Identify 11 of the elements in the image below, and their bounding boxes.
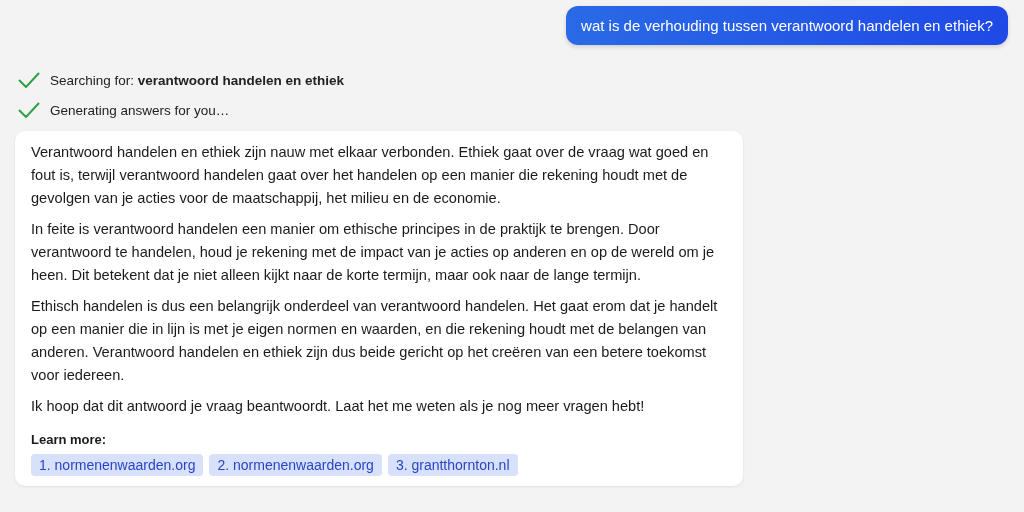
status-text: Searching for: verantwoord handelen en ethiek — [50, 72, 345, 88]
source-link[interactable]: 1. normenenwaarden.org — [31, 454, 204, 476]
answer-paragraph: Verantwoord handelen en ethiek zijn nauw met elkaar verbonden. Ethiek gaat over de vraag wat goed en fout is, terwijl verantwoord handelen gaat over het handelen op een manier die rekening houdt met de gevolgen van je acties voor de maatschappij, het milieu en de economie. — [31, 143, 710, 208]
status-text: Generating answers for you… — [50, 102, 230, 118]
source-link[interactable]: 3. grantthornton.nl — [387, 454, 518, 476]
answer-paragraph: Ik hoop dat dit antwoord je vraag beantwoordt. Laat het me weten als je nog meer vragen hebt! — [31, 397, 646, 416]
learn-more-label: Learn more: — [31, 432, 108, 447]
answer-paragraph: Ethisch handelen is dus een belangrijk onderdeel van verantwoord handelen. Het gaat erom dat je handelt op een manier die in lijn is met je eigen normen en waarden, en die rekening houdt met de belangen van anderen. Verantwoord handelen en ethiek zijn dus beide gericht op het creëren van een betere toekomst voor iedereen. — [31, 297, 719, 385]
source-link[interactable]: 2. normenenwaarden.org — [209, 454, 382, 476]
user-message-bubble: wat is de verhouding tussen verantwoord handelen en ethiek? — [566, 6, 1008, 45]
answer-paragraph: In feite is verantwoord handelen een manier om ethische principes in de praktijk te brengen. Door verantwoord te handelen, houd je rekening met de impact van je acties op anderen en op de wereld om je heen. Dit betekent dat je niet alleen kijkt naar de korte termijn, maar ook naar de lange termijn. — [31, 220, 716, 285]
